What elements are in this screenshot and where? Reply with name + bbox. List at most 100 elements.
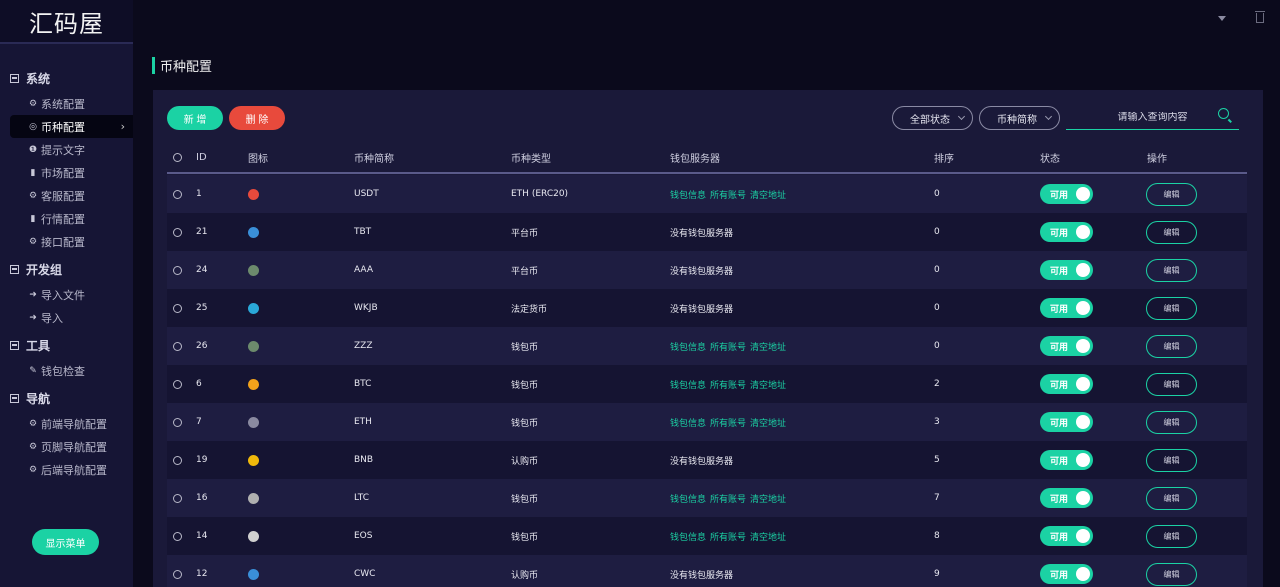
edit-cell: 编辑 <box>1146 251 1197 289</box>
edit-button[interactable]: 编辑 <box>1146 220 1197 244</box>
sidebar-item[interactable]: ⚙ 页脚导航配置 <box>0 435 133 458</box>
wallet-link[interactable]: 钱包信息 <box>670 378 706 391</box>
wallet-link[interactable]: 清空地址 <box>750 492 786 505</box>
wallet-link[interactable]: 钱包信息 <box>670 340 706 353</box>
sidebar-group[interactable]: 导航 <box>0 384 133 412</box>
wallet-link[interactable]: 所有账号 <box>710 530 746 543</box>
sidebar-item[interactable]: ◎ 币种配置 › <box>10 115 133 138</box>
row-select-radio[interactable] <box>173 441 182 479</box>
edit-button[interactable]: 编辑 <box>1146 562 1197 586</box>
wallet-link[interactable]: 清空地址 <box>750 416 786 429</box>
import-icon: ➜ <box>29 312 37 323</box>
sidebar-item[interactable]: ▮ 市场配置 <box>0 161 133 184</box>
row-select-radio[interactable] <box>173 175 182 213</box>
add-button[interactable]: 新 增 <box>167 106 223 130</box>
edit-button[interactable]: 编辑 <box>1146 334 1197 358</box>
row-type: 认购币 <box>511 456 539 467</box>
status-toggle[interactable]: 可用 <box>1040 298 1093 318</box>
status-toggle-label: 可用 <box>1050 228 1069 239</box>
delete-button[interactable]: 删 除 <box>229 106 285 130</box>
coin-icon <box>248 416 259 428</box>
sidebar-group[interactable]: 系统 <box>0 64 133 92</box>
status-toggle[interactable]: 可用 <box>1040 450 1093 470</box>
status-toggle[interactable]: 可用 <box>1040 374 1093 394</box>
status-toggle[interactable]: 可用 <box>1040 260 1093 280</box>
sidebar-group[interactable]: 开发组 <box>0 255 133 283</box>
row-select-radio[interactable] <box>173 251 182 289</box>
wallet-link[interactable]: 钱包信息 <box>670 416 706 429</box>
trash-icon[interactable] <box>1255 11 1265 23</box>
search-input[interactable] <box>1087 112 1218 123</box>
row-name: USDT <box>354 189 379 199</box>
toggle-knob <box>1076 263 1090 277</box>
toggle-knob <box>1076 301 1090 315</box>
row-select-radio[interactable] <box>173 479 182 517</box>
row-sort: 3 <box>934 417 940 427</box>
edit-button[interactable]: 编辑 <box>1146 372 1197 396</box>
wallet-link[interactable]: 钱包信息 <box>670 530 706 543</box>
sidebar-item[interactable]: ⚙ 后端导航配置 <box>0 458 133 481</box>
wallet-link[interactable]: 钱包信息 <box>670 492 706 505</box>
edit-button[interactable]: 编辑 <box>1146 486 1197 510</box>
status-toggle[interactable]: 可用 <box>1040 184 1093 204</box>
name-filter-select[interactable]: 币种简称 <box>979 106 1060 130</box>
status-toggle[interactable]: 可用 <box>1040 526 1093 546</box>
edit-button[interactable]: 编辑 <box>1146 524 1197 548</box>
sidebar-item[interactable]: ⚙ 接口配置 <box>0 230 133 253</box>
status-toggle-cell: 可用 <box>1040 441 1093 479</box>
row-select-radio[interactable] <box>173 365 182 403</box>
wallet-link[interactable]: 清空地址 <box>750 378 786 391</box>
dropdown-caret-icon[interactable] <box>1218 16 1226 21</box>
status-toggle[interactable]: 可用 <box>1040 336 1093 356</box>
sidebar-item-label: 系统配置 <box>41 97 85 111</box>
sidebar-item[interactable]: ▮ 行情配置 <box>0 207 133 230</box>
status-filter-select[interactable]: 全部状态 <box>892 106 973 130</box>
status-toggle[interactable]: 可用 <box>1040 222 1093 242</box>
wallet-link[interactable]: 钱包信息 <box>670 188 706 201</box>
wallet-link[interactable]: 清空地址 <box>750 340 786 353</box>
coin-icon <box>248 568 259 580</box>
select-all-radio[interactable] <box>173 142 182 172</box>
wallet-link[interactable]: 所有账号 <box>710 492 746 505</box>
status-toggle-cell: 可用 <box>1040 251 1093 289</box>
wallet-link[interactable]: 清空地址 <box>750 188 786 201</box>
row-select-radio[interactable] <box>173 517 182 555</box>
status-toggle[interactable]: 可用 <box>1040 564 1093 584</box>
status-filter-value: 全部状态 <box>910 114 950 126</box>
wallet-link[interactable]: 所有账号 <box>710 188 746 201</box>
edit-button[interactable]: 编辑 <box>1146 296 1197 320</box>
coin-icon <box>248 378 259 390</box>
row-select-radio[interactable] <box>173 403 182 441</box>
sidebar-group[interactable]: 工具 <box>0 331 133 359</box>
row-name: BTC <box>354 379 372 389</box>
row-select-radio[interactable] <box>173 327 182 365</box>
sidebar-item[interactable]: ⚙ 系统配置 <box>0 92 133 115</box>
status-toggle[interactable]: 可用 <box>1040 412 1093 432</box>
edit-button[interactable]: 编辑 <box>1146 448 1197 472</box>
wallet-link[interactable]: 清空地址 <box>750 530 786 543</box>
gear-icon: ⚙ <box>28 98 38 109</box>
status-toggle[interactable]: 可用 <box>1040 488 1093 508</box>
show-menu-button[interactable]: 显示菜单 <box>32 529 99 555</box>
wallet-link[interactable]: 所有账号 <box>710 340 746 353</box>
sidebar-item[interactable]: ❶ 提示文字 <box>0 138 133 161</box>
edit-button[interactable]: 编辑 <box>1146 410 1197 434</box>
sidebar-group-label: 工具 <box>26 338 51 353</box>
row-select-radio[interactable] <box>173 289 182 327</box>
sidebar-item[interactable]: ⚙ 客服配置 <box>0 184 133 207</box>
row-select-radio[interactable] <box>173 555 182 587</box>
search-icon[interactable] <box>1218 108 1229 119</box>
sidebar-item[interactable]: ✎ 钱包检查 <box>0 359 133 382</box>
row-select-radio[interactable] <box>173 213 182 251</box>
coin-icon-cell <box>248 517 259 555</box>
edit-button[interactable]: 编辑 <box>1146 182 1197 206</box>
sidebar-item[interactable]: ➜ 导入 <box>0 306 133 329</box>
logo[interactable]: 汇码屋 <box>0 0 133 44</box>
wallet-link[interactable]: 所有账号 <box>710 378 746 391</box>
page-title: 币种配置 <box>152 56 212 75</box>
sidebar-item[interactable]: ⚙ 前端导航配置 <box>0 412 133 435</box>
sidebar-item[interactable]: ➜ 导入文件 <box>0 283 133 306</box>
title-accent-bar <box>152 56 155 74</box>
wallet-link[interactable]: 所有账号 <box>710 416 746 429</box>
edit-button[interactable]: 编辑 <box>1146 258 1197 282</box>
